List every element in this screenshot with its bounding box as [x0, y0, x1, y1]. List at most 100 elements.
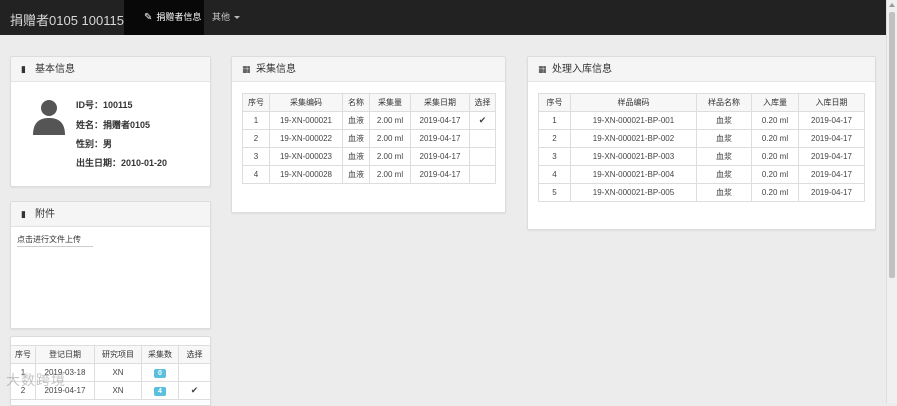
cell-code: 19-XN-000021-BP-002 [570, 129, 697, 148]
cell-date: 2019-04-17 [410, 111, 470, 130]
table-row[interactable]: 3 19-XN-000023 血液 2.00 ml 2019-04-17 [242, 147, 496, 166]
cell-code: 19-XN-000022 [269, 129, 343, 148]
cell-date: 2019-04-17 [410, 147, 470, 166]
tab-other-label: 其他 [212, 12, 231, 22]
donor-gender: 性别：男 [76, 139, 113, 149]
cell-no: 1 [242, 111, 270, 130]
storage-header: ▦ 处理入库信息 [528, 57, 875, 82]
bookmark-icon: ▮ [21, 64, 26, 74]
cell-amount: 0.20 ml [751, 165, 799, 184]
cell-amount: 2.00 ml [369, 111, 411, 130]
cell-no: 4 [538, 165, 571, 184]
cell-select[interactable] [469, 129, 496, 148]
cell-no: 1 [538, 111, 571, 130]
cell-date: 2019-04-17 [798, 147, 865, 166]
storage-table: 序号 样品编码 样品名称 入库量 入库日期 1 19-XN-000021-BP-… [538, 93, 865, 202]
column-header: 入库量 [751, 93, 799, 112]
cell-date: 2019-04-17 [798, 111, 865, 130]
attachment-panel: ▮ 附件 点击进行文件上传 [10, 201, 211, 329]
bookmark-icon: ▮ [21, 209, 26, 219]
cell-project: XN [94, 381, 142, 400]
column-header: 选择 [469, 93, 496, 112]
tab-donor-info[interactable]: ✎ 捐赠者信息 [124, 0, 204, 35]
table-row[interactable]: 4 19-XN-000028 血液 2.00 ml 2019-04-17 [242, 165, 496, 184]
cell-name: 血浆 [696, 111, 752, 130]
cell-amount: 0.20 ml [751, 129, 799, 148]
column-header: 序号 [538, 93, 571, 112]
donor-id: ID号：100115 [76, 100, 133, 110]
column-header: 序号 [242, 93, 270, 112]
cell-date: 2019-04-17 [798, 129, 865, 148]
table-row[interactable]: 4 19-XN-000021-BP-004 血浆 0.20 ml 2019-04… [538, 165, 865, 184]
checkmark-icon[interactable]: ✔ [178, 381, 211, 400]
table-header-row: 序号 登记日期 研究项目 采集数 选择 [10, 345, 211, 364]
cell-code: 19-XN-000021-BP-005 [570, 183, 697, 202]
basic-info-panel: ▮ 基本信息 ID号：100115 姓名：捐赠者0105 性别：男 出生日期：20… [10, 56, 211, 187]
table-row[interactable]: 1 19-XN-000021 血液 2.00 ml 2019-04-17 ✔ [242, 111, 496, 130]
column-header: 登记日期 [35, 345, 95, 364]
cell-name: 血浆 [696, 147, 752, 166]
cell-name: 血液 [342, 111, 370, 130]
column-header: 研究项目 [94, 345, 142, 364]
cell-name: 血浆 [696, 183, 752, 202]
cell-code: 19-XN-000021-BP-004 [570, 165, 697, 184]
cell-code: 19-XN-000028 [269, 165, 343, 184]
donor-name: 姓名：捐赠者0105 [76, 120, 151, 130]
scroll-thumb[interactable] [889, 12, 895, 278]
table-header-row: 序号 样品编码 样品名称 入库量 入库日期 [538, 93, 865, 112]
cell-no: 2 [242, 129, 270, 148]
checkmark-icon[interactable]: ✔ [469, 111, 496, 130]
watermark: 大数跨境 [6, 372, 66, 388]
count-badge: 4 [154, 386, 166, 396]
cell-select[interactable] [469, 165, 496, 184]
column-header: 入库日期 [798, 93, 865, 112]
attachment-title: 附件 [35, 209, 55, 220]
cell-code: 19-XN-000021-BP-003 [570, 147, 697, 166]
column-header: 采集量 [369, 93, 411, 112]
table-row[interactable]: 2 19-XN-000022 血液 2.00 ml 2019-04-17 [242, 129, 496, 148]
column-header: 选择 [178, 345, 211, 364]
cell-name: 血液 [342, 129, 370, 148]
cell-amount: 2.00 ml [369, 165, 411, 184]
cell-date: 2019-04-17 [798, 165, 865, 184]
cell-amount: 2.00 ml [369, 147, 411, 166]
avatar-placeholder-icon [33, 100, 65, 135]
cell-no: 3 [242, 147, 270, 166]
cell-date: 2019-04-17 [410, 129, 470, 148]
donor-birth-date: 出生日期：2010-01-20 [76, 158, 168, 168]
storage-panel: ▦ 处理入库信息 序号 样品编码 样品名称 入库量 入库日期 1 19-XN-00… [527, 56, 876, 230]
basic-info-header: ▮ 基本信息 [11, 57, 210, 82]
cell-name: 血浆 [696, 129, 752, 148]
cell-name: 血液 [342, 147, 370, 166]
cell-amount: 2.00 ml [369, 129, 411, 148]
th-icon: ▦ [538, 64, 547, 74]
cell-select[interactable] [469, 147, 496, 166]
top-navbar: 捐赠者0105 100115 ✎ 捐赠者信息 其他 [0, 0, 886, 35]
cell-code: 19-XN-000021-BP-001 [570, 111, 697, 130]
table-row[interactable]: 5 19-XN-000021-BP-005 血浆 0.20 ml 2019-04… [538, 183, 865, 202]
column-header: 样品编码 [570, 93, 697, 112]
cell-code: 19-XN-000021 [269, 111, 343, 130]
page-scrollbar[interactable] [886, 0, 897, 403]
collection-title: 采集信息 [256, 64, 296, 75]
cell-amount: 0.20 ml [751, 147, 799, 166]
column-header: 采集编码 [269, 93, 343, 112]
tab-other-dropdown[interactable]: 其他 [212, 0, 241, 35]
cell-select[interactable] [178, 363, 211, 382]
collection-header: ▦ 采集信息 [232, 57, 505, 82]
brand-title[interactable]: 捐赠者0105 100115 [10, 10, 124, 29]
cell-no: 5 [538, 183, 571, 202]
table-row[interactable]: 3 19-XN-000021-BP-003 血浆 0.20 ml 2019-04… [538, 147, 865, 166]
table-row[interactable]: 2 19-XN-000021-BP-002 血浆 0.20 ml 2019-04… [538, 129, 865, 148]
cell-project: XN [94, 363, 142, 382]
scroll-up-arrow-icon[interactable] [889, 3, 895, 7]
cell-name: 血浆 [696, 165, 752, 184]
table-row[interactable]: 1 19-XN-000021-BP-001 血浆 0.20 ml 2019-04… [538, 111, 865, 130]
upload-file-link[interactable]: 点击进行文件上传 [17, 234, 93, 247]
cell-no: 4 [242, 165, 270, 184]
cell-count: 4 [141, 381, 179, 400]
cell-no: 3 [538, 147, 571, 166]
tab-donor-info-label: 捐赠者信息 [156, 12, 202, 22]
table-header-row: 序号 采集编码 名称 采集量 采集日期 选择 [242, 93, 496, 112]
basic-info-title: 基本信息 [35, 64, 75, 75]
